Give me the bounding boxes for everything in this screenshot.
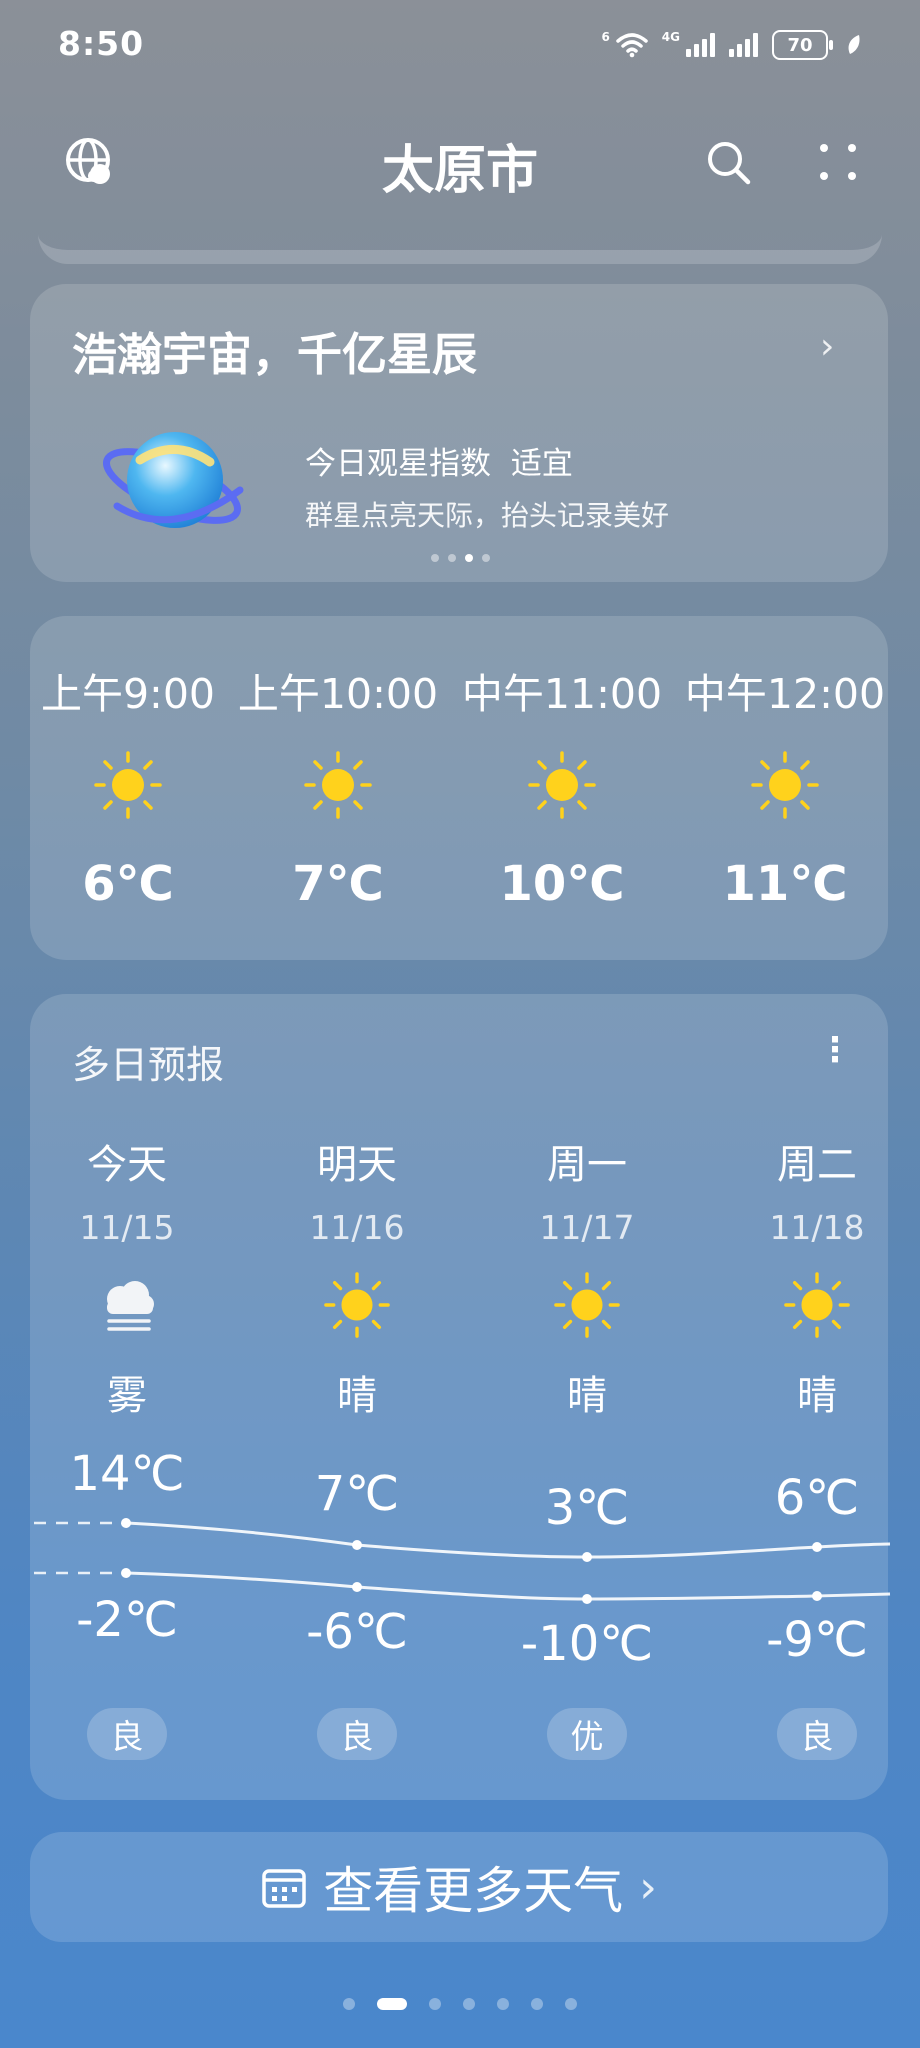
hour-time: 中午12:00 [684, 670, 886, 718]
network-tag: 4G [661, 30, 680, 44]
low-trend-line [125, 1571, 891, 1601]
sun-icon [751, 751, 819, 819]
low-temp: -10℃ [520, 1616, 654, 1672]
hourly-item: 上午9:00 6℃ [23, 660, 233, 912]
page-dot[interactable] [343, 1998, 355, 2010]
day-item[interactable]: 周二 11/18 晴 [732, 1132, 902, 1421]
low-point [812, 1591, 822, 1601]
hour-temp: 10℃ [499, 856, 625, 912]
leaf-icon [848, 35, 860, 54]
page-dot [430, 554, 439, 562]
hour-temp: 7℃ [292, 856, 384, 912]
fog-icon [107, 1281, 154, 1331]
stargazing-index-value: 适宜 [510, 446, 573, 482]
day-name: 今天 [87, 1142, 167, 1188]
page-dot [447, 554, 456, 562]
previous-card-edge [38, 190, 882, 264]
day-item[interactable]: 明天 11/16 晴 [272, 1132, 442, 1421]
low-point [121, 1568, 131, 1578]
page-dot[interactable] [531, 1998, 543, 2010]
more-dots-icon [820, 144, 856, 180]
planet-icon [102, 432, 244, 528]
sun-icon [528, 751, 596, 819]
calendar-icon [262, 1869, 306, 1908]
day-date: 11/15 [79, 1208, 175, 1247]
low-temp: -9℃ [766, 1612, 868, 1668]
hour-time: 上午9:00 [40, 670, 216, 718]
sun-icon [304, 751, 372, 819]
day-name: 明天 [317, 1142, 397, 1188]
aqi-badge[interactable]: 良 [777, 1708, 857, 1760]
day-condition: 晴 [337, 1373, 377, 1419]
signal-icon-1 [686, 33, 715, 57]
page-dot[interactable] [497, 1998, 509, 2010]
high-point [582, 1552, 592, 1562]
day-date: 11/16 [309, 1208, 405, 1247]
more-weather-button[interactable]: 查看更多天气 › [30, 1832, 888, 1942]
high-trend-line [125, 1521, 891, 1559]
hourly-item: 上午10:00 7℃ [233, 660, 443, 912]
day-date: 11/18 [769, 1208, 865, 1247]
status-time: 8:50 [58, 24, 145, 63]
wifi-tag: 6 [601, 30, 610, 44]
page-dot-active [464, 554, 473, 562]
status-icons: 6 4G 70 [601, 30, 862, 60]
high-point [812, 1542, 822, 1552]
stargazing-subtitle: 群星点亮天际，抬头记录美好 [305, 499, 670, 532]
search-icon [708, 142, 751, 185]
more-weather-label: 查看更多天气 [323, 1862, 624, 1920]
hour-temp: 11℃ [722, 856, 848, 912]
search-button[interactable] [700, 134, 756, 190]
stargazing-title: 浩瀚宇宙，千亿星辰 [72, 328, 478, 381]
hourly-item: 中午11:00 10℃ [457, 660, 667, 912]
day-name: 周二 [777, 1142, 857, 1188]
high-point [121, 1518, 131, 1528]
page-dot[interactable] [565, 1998, 577, 2010]
aqi-badge[interactable]: 优 [547, 1708, 627, 1760]
hour-time: 中午11:00 [461, 670, 663, 718]
day-item[interactable]: 今天 11/15 雾 [42, 1132, 212, 1421]
day-condition: 雾 [107, 1373, 147, 1419]
sun-icon [554, 1272, 620, 1338]
wifi-icon [616, 33, 648, 58]
low-temp: -2℃ [76, 1592, 178, 1648]
day-condition: 晴 [567, 1373, 607, 1419]
multi-day-title: 多日预报 [72, 1043, 225, 1087]
chevron-right-icon[interactable]: › [820, 326, 834, 367]
city-page-indicator [0, 1998, 920, 2010]
battery-indicator: 70 [772, 30, 833, 60]
day-name: 周一 [547, 1142, 627, 1188]
signal-icon-2 [729, 33, 758, 57]
sun-icon [784, 1272, 850, 1338]
page-dot[interactable] [463, 1998, 475, 2010]
page-dot [481, 554, 490, 562]
page-dot[interactable] [429, 1998, 441, 2010]
high-point [352, 1540, 362, 1550]
page-dot-active[interactable] [377, 1998, 407, 2010]
low-point [582, 1594, 592, 1604]
card-page-indicator [0, 554, 920, 562]
low-temp: -6℃ [306, 1604, 408, 1660]
low-point [352, 1582, 362, 1592]
hourly-item: 中午12:00 11℃ [680, 660, 890, 912]
day-date: 11/17 [539, 1208, 635, 1247]
stargazing-index: 今日观星指数 适宜 [305, 438, 573, 483]
hour-time: 上午10:00 [237, 670, 439, 718]
aqi-badge[interactable]: 良 [317, 1708, 397, 1760]
sun-icon [324, 1272, 390, 1338]
day-item[interactable]: 周一 11/17 晴 [502, 1132, 672, 1421]
stargazing-index-label: 今日观星指数 [305, 446, 491, 482]
more-vertical-icon[interactable]: ⋮ [818, 1030, 852, 1070]
day-condition: 晴 [797, 1373, 837, 1419]
aqi-badge[interactable]: 良 [87, 1708, 167, 1760]
high-temp: 14℃ [69, 1446, 185, 1502]
hour-temp: 6℃ [82, 856, 174, 912]
sun-icon [94, 751, 162, 819]
chevron-right-icon: › [639, 1861, 657, 1913]
more-menu-button[interactable] [810, 134, 866, 190]
